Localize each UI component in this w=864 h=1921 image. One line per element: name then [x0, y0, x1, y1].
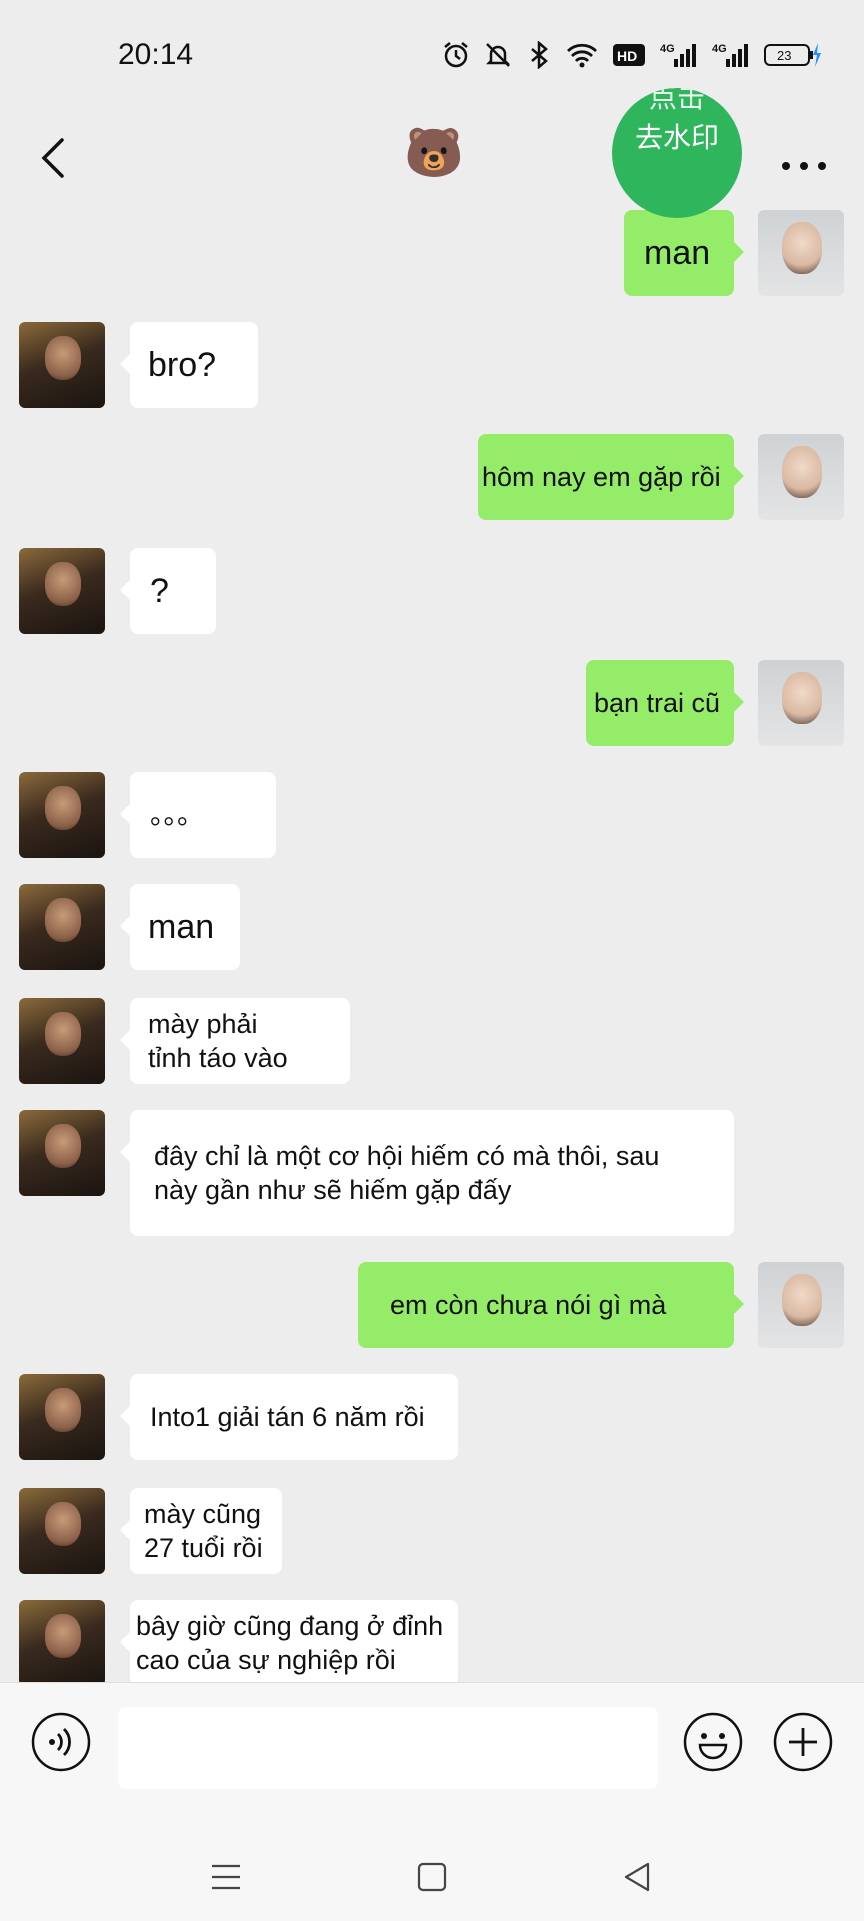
contact-avatar[interactable] [19, 548, 105, 634]
message-text: ? [150, 571, 169, 610]
received-message-bubble[interactable]: man [120, 884, 240, 970]
system-navigation-bar [0, 1851, 864, 1921]
watermark-button-line2: 去水印 [634, 122, 719, 153]
message-text: mày cũng 27 tuổi rồi [144, 1499, 263, 1563]
message-text: man [644, 233, 711, 272]
received-message-bubble[interactable]: bro? [120, 322, 258, 408]
home-nav-icon[interactable] [417, 1861, 447, 1893]
chat-title: 🐻 [404, 127, 464, 180]
sent-message-bubble[interactable]: bạn trai cũ [586, 660, 744, 746]
contact-avatar[interactable] [19, 884, 105, 970]
contact-avatar[interactable] [19, 1488, 105, 1574]
message-text: bro? [148, 345, 217, 384]
received-message-bubble[interactable]: mày cũng 27 tuổi rồi [120, 1488, 282, 1574]
voice-button[interactable] [30, 1711, 92, 1773]
my-avatar[interactable] [758, 1262, 844, 1348]
sent-message-bubble[interactable]: hôm nay em gặp rồi [478, 434, 744, 520]
emoji-button[interactable] [682, 1711, 744, 1773]
received-message-bubble[interactable]: 。。。 [120, 772, 276, 858]
message-input[interactable] [118, 1707, 658, 1789]
sent-message-bubble[interactable]: man [624, 210, 744, 296]
input-bar [0, 1682, 864, 1921]
received-message-bubble[interactable]: Into1 giải tán 6 năm rồi [120, 1374, 458, 1460]
back-button[interactable] [32, 130, 76, 186]
received-message-bubble[interactable]: bây giờ cũng đang ở đỉnh cao của sự nghi… [120, 1600, 458, 1682]
message-text: bạn trai cũ [594, 688, 721, 718]
message-text: mày phải tỉnh táo vào [148, 1009, 288, 1073]
message-list[interactable]: man bro? hôm nay em gặp rồi? bạn trai cũ 。。。… [0, 0, 864, 1682]
message-text: 。。。 [150, 800, 204, 830]
my-avatar[interactable] [758, 210, 844, 296]
received-message-bubble[interactable]: ? [120, 548, 216, 634]
message-text: bây giờ cũng đang ở đỉnh cao của sự nghi… [136, 1611, 444, 1675]
watermark-button-line1: 点击 [648, 88, 705, 113]
message-text: hôm nay em gặp rồi [482, 462, 721, 492]
message-text: em còn chưa nói gì mà [390, 1290, 667, 1320]
remove-watermark-button[interactable]: 点击 去水印 [612, 88, 742, 218]
back-nav-icon[interactable] [622, 1861, 652, 1893]
sent-message-bubble[interactable]: em còn chưa nói gì mà [358, 1262, 744, 1348]
contact-avatar[interactable] [19, 998, 105, 1084]
contact-avatar[interactable] [19, 1374, 105, 1460]
more-actions-button[interactable] [772, 1711, 834, 1773]
received-message-bubble[interactable]: đây chỉ là một cơ hội hiếm có mà thôi, s… [120, 1110, 734, 1236]
my-avatar[interactable] [758, 434, 844, 520]
message-text: man [148, 907, 215, 946]
my-avatar[interactable] [758, 660, 844, 746]
menu-nav-icon[interactable] [210, 1861, 242, 1893]
contact-avatar[interactable] [19, 1110, 105, 1196]
more-options-button[interactable] [774, 130, 834, 186]
contact-avatar[interactable] [19, 772, 105, 858]
message-text: Into1 giải tán 6 năm rồi [150, 1402, 425, 1432]
contact-avatar[interactable] [19, 322, 105, 408]
received-message-bubble[interactable]: mày phải tỉnh táo vào [120, 998, 350, 1084]
contact-avatar[interactable] [19, 1600, 105, 1682]
message-text: đây chỉ là một cơ hội hiếm có mà thôi, s… [154, 1141, 660, 1205]
